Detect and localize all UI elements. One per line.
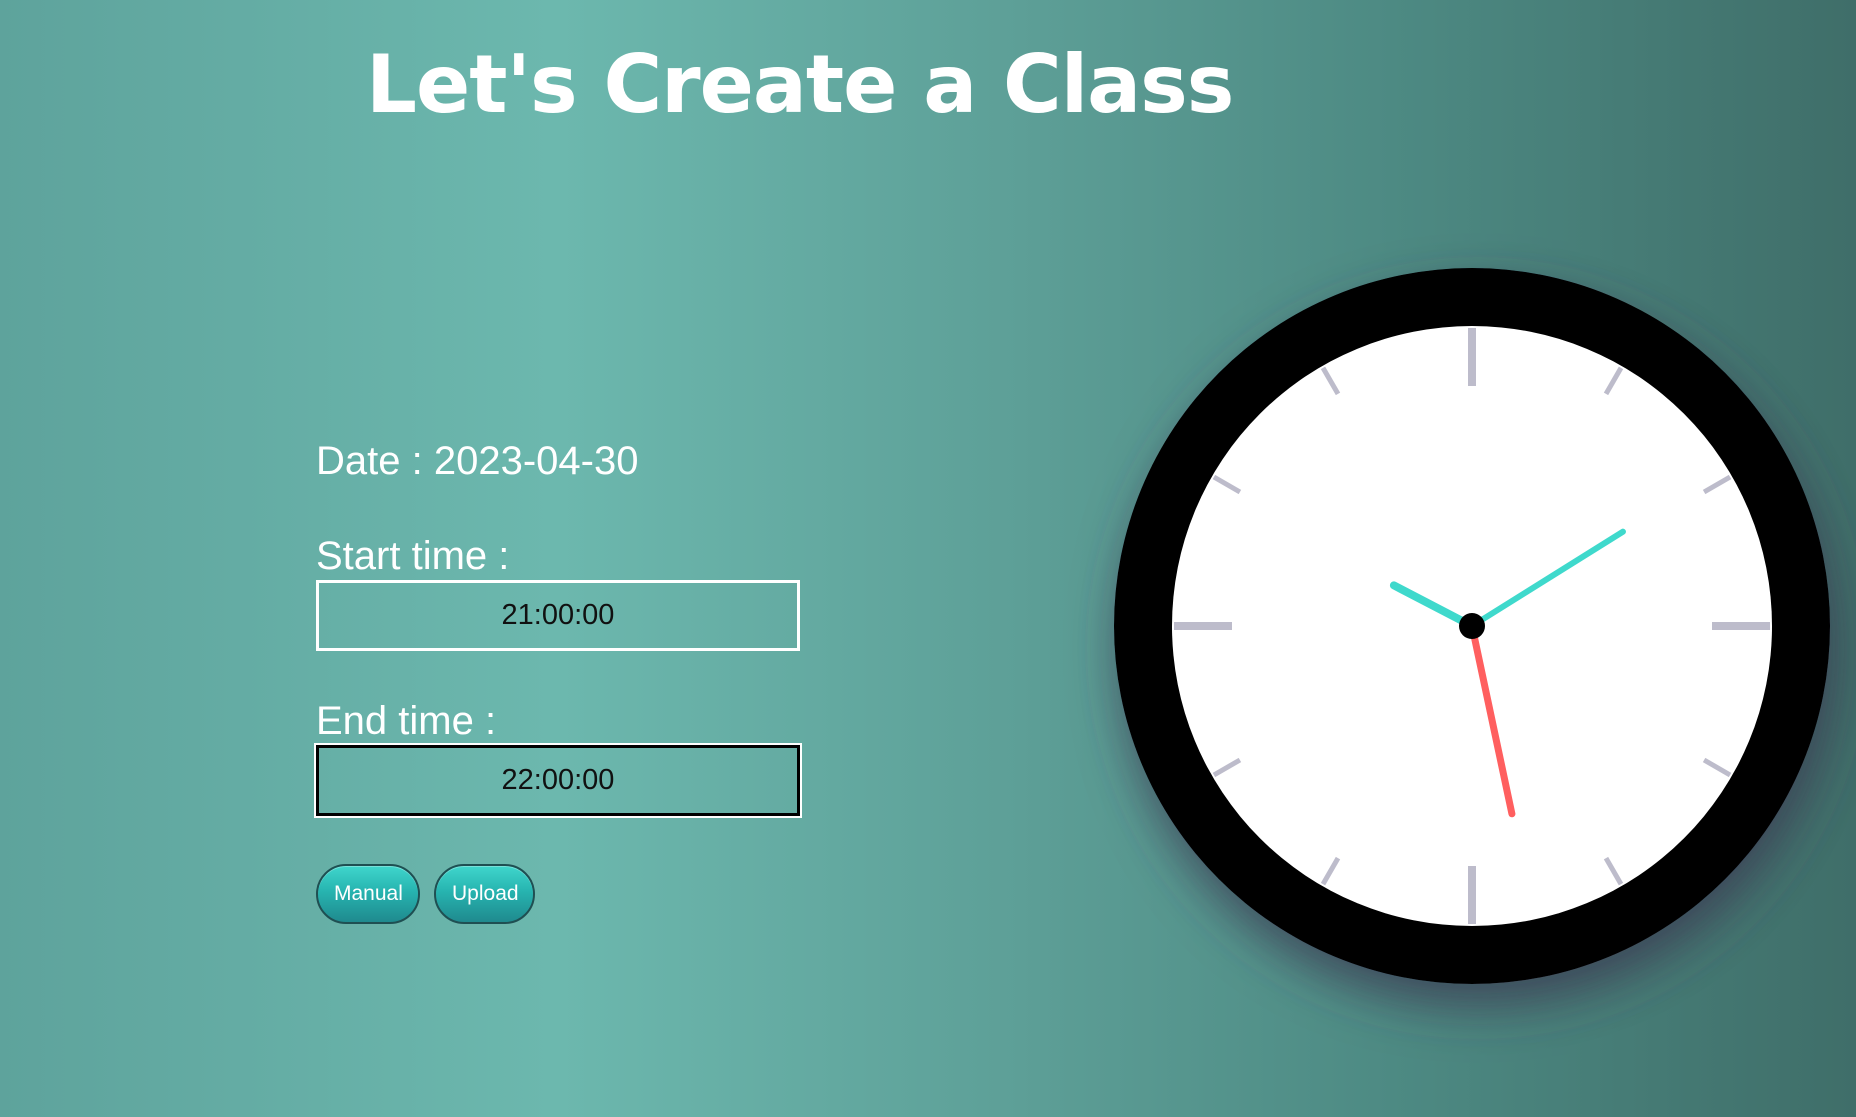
end-time-input[interactable] <box>314 743 802 818</box>
start-time-input[interactable] <box>316 580 800 651</box>
upload-button[interactable]: Upload <box>434 864 535 924</box>
analog-clock-icon <box>1114 268 1830 984</box>
clock-center-pin <box>1459 613 1485 639</box>
end-time-label: End time : <box>316 699 497 743</box>
class-form: Date : 2023-04-30 Start time : End time … <box>314 436 816 924</box>
manual-button[interactable]: Manual <box>316 864 420 924</box>
analog-clock <box>1112 266 1832 986</box>
page-title: Let's Create a Class <box>366 38 1234 131</box>
date-label: Date : 2023-04-30 <box>316 439 639 483</box>
start-time-label: Start time : <box>316 534 510 578</box>
action-buttons: Manual Upload <box>316 864 816 924</box>
